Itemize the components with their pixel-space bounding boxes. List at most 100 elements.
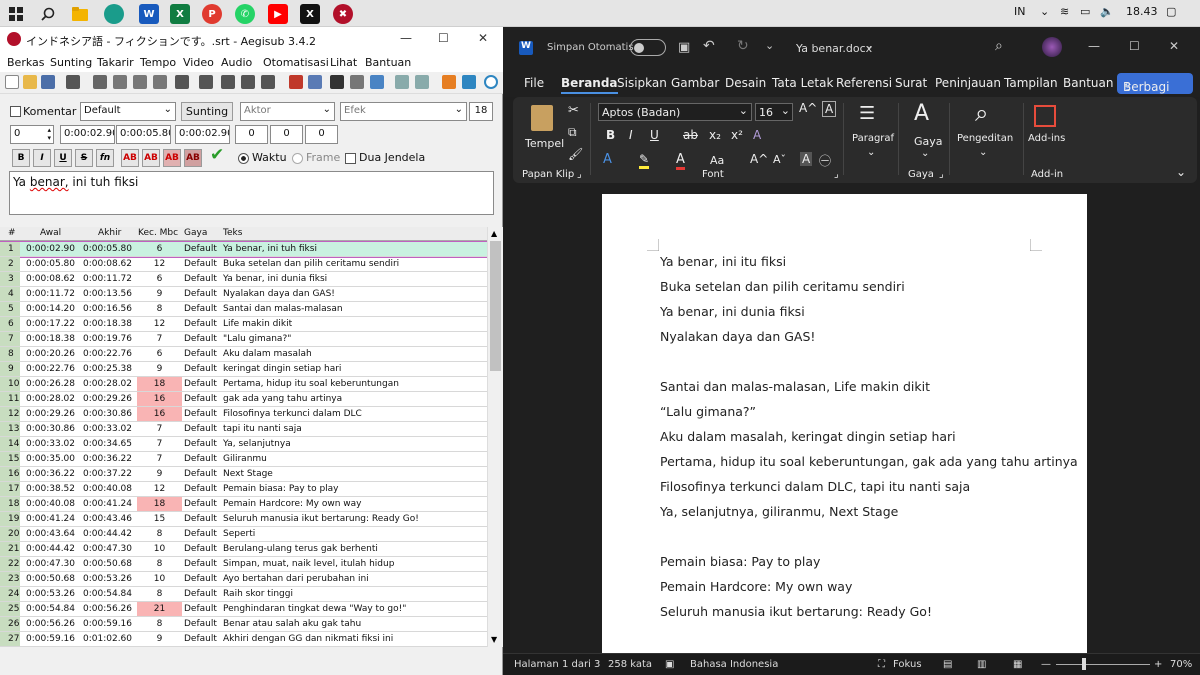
- open-file-icon[interactable]: [23, 75, 37, 89]
- notification-icon[interactable]: ▢: [1166, 5, 1176, 18]
- tab-sisipkan[interactable]: Sisipkan: [617, 76, 667, 90]
- automation-icon[interactable]: [289, 75, 303, 89]
- cut-icon[interactable]: ✂: [568, 103, 579, 118]
- enclose-char-icon[interactable]: ㊀: [819, 152, 831, 169]
- zoom-out-icon[interactable]: [133, 75, 147, 89]
- find-icon[interactable]: ⌕: [975, 99, 988, 127]
- char-shading-icon[interactable]: A: [800, 152, 813, 166]
- tab-tampilan[interactable]: Tampilan: [1004, 76, 1058, 90]
- attachments-icon[interactable]: [241, 75, 255, 89]
- shadow-color-button[interactable]: AB: [184, 149, 202, 167]
- spinner-arrows-icon[interactable]: ▴ ▾: [47, 126, 51, 142]
- edit-style-button[interactable]: Sunting: [181, 102, 233, 121]
- table-row[interactable]: 15 0:00:35.00 0:00:36.22 7 Default Giliranmu: [0, 452, 487, 467]
- font-face-button[interactable]: fn: [96, 149, 114, 167]
- table-row[interactable]: 19 0:00:41.24 0:00:43.46 15 Default Seluruh m…: [0, 512, 487, 527]
- style-select[interactable]: Default ⌄: [80, 102, 176, 121]
- primary-color-button[interactable]: AB: [121, 149, 139, 167]
- scroll-down-icon[interactable]: ▼: [491, 635, 497, 644]
- clipboard-launcher-icon[interactable]: ⌟: [577, 169, 582, 180]
- proofing-icon[interactable]: ▣: [665, 659, 674, 670]
- zoom-thumb[interactable]: [1082, 658, 1086, 670]
- addins-icon[interactable]: [1034, 105, 1056, 127]
- styles-manager-icon[interactable]: [221, 75, 235, 89]
- menu-audio[interactable]: Audio: [221, 56, 252, 69]
- search-icon[interactable]: [38, 4, 58, 24]
- autosave-toggle[interactable]: [630, 39, 666, 56]
- highlight-icon[interactable]: ✎: [639, 152, 650, 169]
- paste-button[interactable]: Tempel: [525, 137, 564, 150]
- doc-title[interactable]: Ya benar.docx: [796, 42, 872, 55]
- margin-right-field[interactable]: 0: [270, 125, 303, 144]
- margin-vertical-field[interactable]: 0: [305, 125, 338, 144]
- table-row[interactable]: 13 0:00:30.86 0:00:33.02 7 Default tapi itu n…: [0, 422, 487, 437]
- styles-icon[interactable]: A: [914, 101, 929, 126]
- options-icon[interactable]: [462, 75, 476, 89]
- font-launcher-icon[interactable]: ⌟: [834, 169, 839, 180]
- table-row[interactable]: 16 0:00:36.22 0:00:37.22 9 Default Next Stage: [0, 467, 487, 482]
- text-effects-icon[interactable]: A: [753, 128, 761, 142]
- print-layout-icon[interactable]: ▥: [977, 659, 986, 670]
- shift-time-icon[interactable]: [199, 75, 213, 89]
- account-avatar[interactable]: [1042, 37, 1062, 57]
- editing-button[interactable]: Pengeditan: [957, 133, 1013, 144]
- dual-window-checkbox[interactable]: [345, 153, 356, 164]
- tab-peninjauan[interactable]: Peninjauan: [935, 76, 1001, 90]
- focus-icon[interactable]: ⛶: [878, 659, 885, 670]
- kanji-timer-icon[interactable]: [415, 75, 429, 89]
- paragraph-icon[interactable]: ☰: [859, 103, 875, 124]
- edge-icon[interactable]: [104, 4, 124, 24]
- zoom-in-icon[interactable]: [113, 75, 127, 89]
- end-time-field[interactable]: 0:00:05.80: [116, 125, 171, 144]
- commit-check-icon[interactable]: ✔: [210, 145, 224, 165]
- menu-video[interactable]: Video: [183, 56, 214, 69]
- menu-sunting[interactable]: Sunting: [50, 56, 92, 69]
- styles-button[interactable]: Gaya: [914, 135, 943, 148]
- menu-berkas[interactable]: Berkas: [7, 56, 45, 69]
- underline-button[interactable]: U: [54, 149, 72, 167]
- grid-scrollbar[interactable]: ▲ ▼: [487, 227, 503, 647]
- excel-icon[interactable]: X: [170, 4, 190, 24]
- tab-file[interactable]: File: [524, 76, 544, 90]
- menu-lihat[interactable]: Lihat: [330, 56, 357, 69]
- table-row[interactable]: 2 0:00:05.80 0:00:08.62 12 Default Buka setel…: [0, 257, 487, 272]
- time-radio[interactable]: [238, 153, 249, 164]
- clear-format-icon[interactable]: A: [822, 101, 837, 117]
- scroll-up-icon[interactable]: ▲: [491, 229, 497, 238]
- table-row[interactable]: 25 0:00:54.84 0:00:56.26 21 Default Penghinda…: [0, 602, 487, 617]
- change-case-icon[interactable]: Aa: [710, 154, 724, 167]
- share-button[interactable]: ⇪ Berbagi: [1117, 73, 1193, 94]
- read-mode-icon[interactable]: ▤: [943, 659, 952, 670]
- font-color-icon[interactable]: A: [676, 152, 685, 170]
- clock[interactable]: 18.43: [1126, 5, 1158, 18]
- tab-surat[interactable]: Surat: [895, 76, 927, 90]
- effect-field[interactable]: Efek ⌄: [340, 102, 467, 121]
- qat-more-icon[interactable]: ⌄: [765, 39, 774, 52]
- table-row[interactable]: 8 0:00:20.26 0:00:22.76 6 Default Aku dalam m…: [0, 347, 487, 362]
- layer-spinner[interactable]: 0 ▴ ▾: [10, 125, 54, 144]
- comment-checkbox[interactable]: [10, 106, 21, 117]
- tab-bantuan[interactable]: Bantuan: [1063, 76, 1113, 90]
- file-explorer-icon[interactable]: [70, 4, 90, 24]
- timing-post-icon[interactable]: [395, 75, 409, 89]
- collapse-ribbon-icon[interactable]: ⌄: [1176, 165, 1186, 179]
- document-page[interactable]: Ya benar, ini itu fiksi Buka setelan dan …: [602, 194, 1087, 675]
- tab-referensi[interactable]: Referensi: [836, 76, 892, 90]
- table-row[interactable]: 12 0:00:29.26 0:00:30.86 16 Default Filosofin…: [0, 407, 487, 422]
- table-row[interactable]: 6 0:00:17.22 0:00:18.38 12 Default Life makin…: [0, 317, 487, 332]
- word-taskbar-icon[interactable]: W: [139, 4, 159, 24]
- table-row[interactable]: 5 0:00:14.20 0:00:16.56 8 Default Santai dan …: [0, 302, 487, 317]
- spellcheck-icon[interactable]: [330, 75, 344, 89]
- grow-font-icon[interactable]: A^: [799, 101, 817, 115]
- duration-field[interactable]: 0:00:02.90: [175, 125, 230, 144]
- bold-icon[interactable]: B: [606, 128, 615, 142]
- grow-font-2-icon[interactable]: A^: [750, 152, 768, 166]
- battery-icon[interactable]: ▭: [1080, 5, 1090, 18]
- zoom-in-icon[interactable]: +: [1154, 659, 1162, 670]
- underline-icon[interactable]: U: [650, 128, 659, 142]
- tab-gambar[interactable]: Gambar: [671, 76, 719, 90]
- language-label[interactable]: Bahasa Indonesia: [690, 659, 778, 670]
- subtitle-edit-box[interactable]: Ya benar, ini tuh fiksi: [9, 171, 494, 215]
- table-row[interactable]: 26 0:00:56.26 0:00:59.16 8 Default Benar atau…: [0, 617, 487, 632]
- bold-button[interactable]: B: [12, 149, 30, 167]
